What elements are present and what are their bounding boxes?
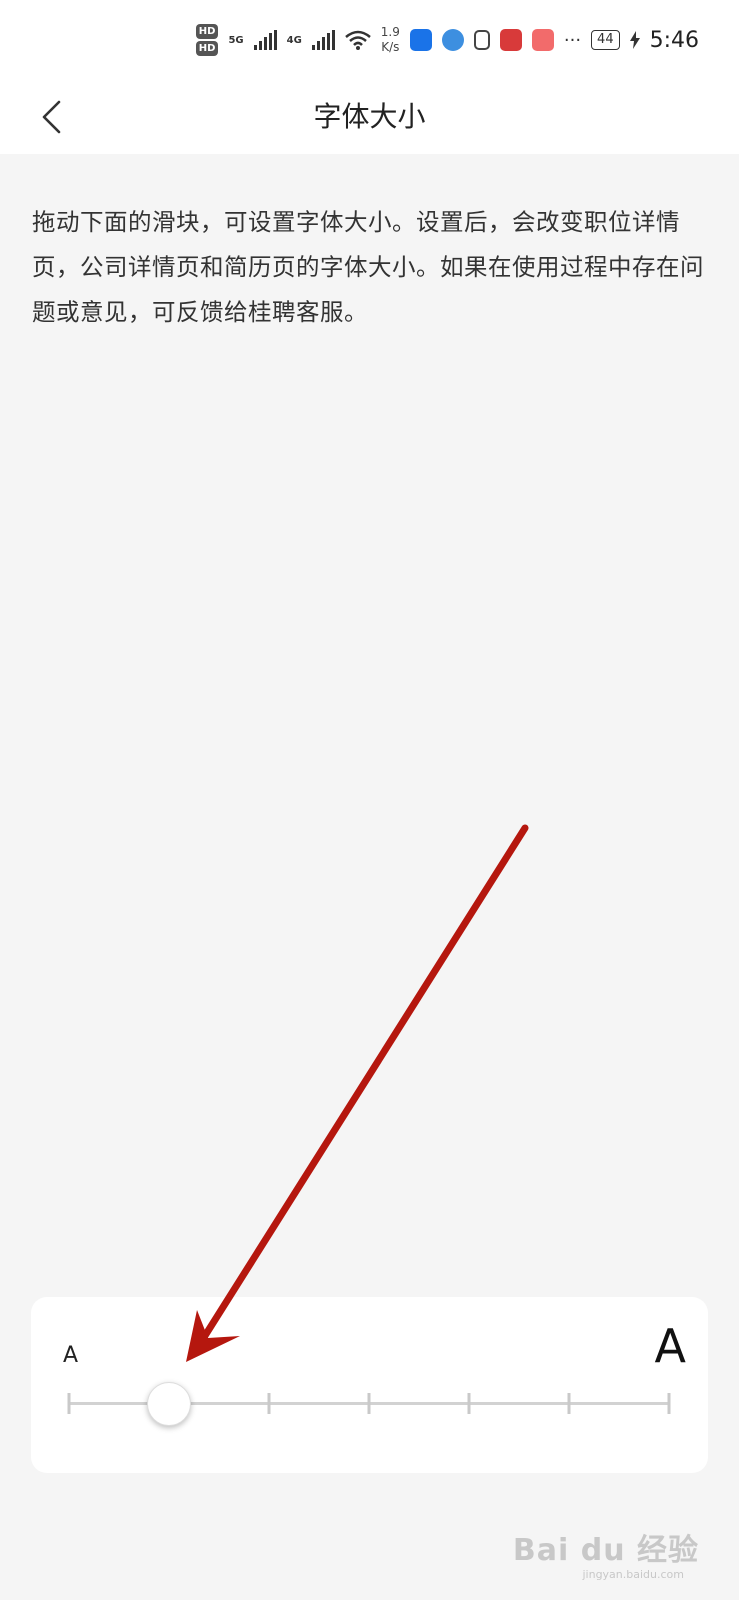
slider-tick[interactable] (667, 1393, 671, 1414)
signal-icon (311, 30, 335, 50)
slider-tick[interactable] (267, 1393, 271, 1414)
description-text: 拖动下面的滑块，可设置字体大小。设置后，会改变职位详情页，公司详情页和简历页的字… (32, 208, 704, 326)
app-header: 字体大小 (0, 80, 739, 154)
screen: HD HD 5G 4G 1.9 K/s ··· 44 5:46 字体大小 拖动下… (0, 0, 739, 1600)
clock: 5:46 (649, 27, 699, 53)
app-notification-icon (441, 29, 464, 51)
slider-thumb[interactable] (147, 1382, 191, 1426)
wifi-icon (344, 30, 371, 50)
small-font-label: A (63, 1343, 79, 1368)
hd-icon: HD (195, 41, 219, 56)
baidu-watermark-url: jingyan.baidu.com (582, 1568, 684, 1581)
baidu-watermark: Bai du 经验 (512, 1533, 699, 1568)
page-title: 字体大小 (313, 100, 426, 133)
font-size-slider-track[interactable] (67, 1382, 671, 1426)
app-notification-icon (531, 29, 554, 51)
signal-icon (253, 30, 277, 50)
network-4g-label: 4G (286, 34, 302, 46)
battery-icon: 44 (591, 30, 620, 50)
app-notification-icon (499, 29, 522, 51)
network-5g-label: 5G (228, 34, 244, 46)
status-bar: HD HD 5G 4G 1.9 K/s ··· 44 5:46 (0, 0, 739, 80)
large-font-label: A (654, 1319, 686, 1373)
more-notifications-icon: ··· (563, 29, 582, 51)
slider-tick[interactable] (467, 1393, 471, 1414)
charging-icon (629, 31, 640, 49)
slider-tick[interactable] (367, 1393, 371, 1414)
hd-indicators: HD HD (195, 24, 219, 56)
app-notification-icon (409, 29, 432, 51)
hd-icon: HD (195, 24, 219, 39)
network-speed: 1.9 K/s (380, 25, 400, 54)
app-notification-icon (473, 30, 490, 50)
font-size-slider-card: A A (31, 1297, 708, 1473)
slider-tick[interactable] (67, 1393, 71, 1414)
slider-tick[interactable] (567, 1393, 571, 1414)
status-icons: HD HD 5G 4G 1.9 K/s ··· 44 5:46 (195, 18, 699, 62)
